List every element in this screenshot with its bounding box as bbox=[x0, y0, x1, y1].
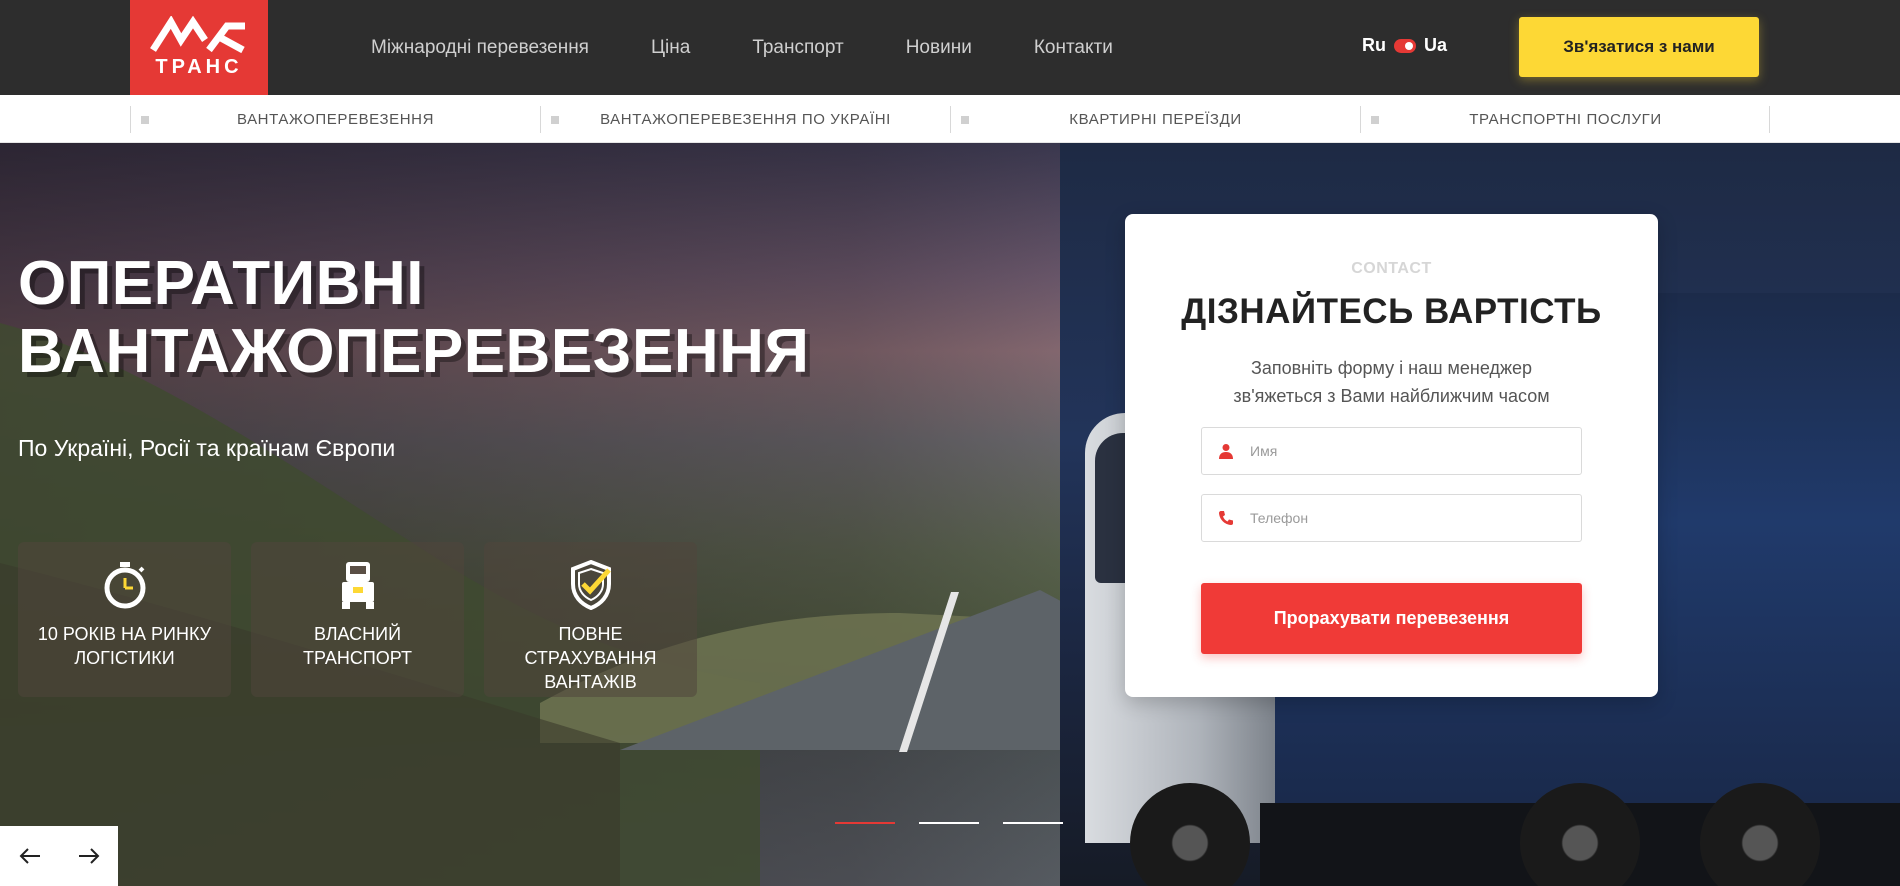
slider-dot-3[interactable] bbox=[1003, 822, 1063, 824]
slider-prev-button[interactable] bbox=[0, 826, 59, 886]
subnav-label: КВАРТИРНІ ПЕРЕЇЗДИ bbox=[1069, 111, 1242, 128]
lang-ru[interactable]: Ru bbox=[1362, 35, 1386, 56]
phone-icon bbox=[1202, 510, 1250, 526]
top-header: ТРАНС Міжнародні перевезення Ціна Трансп… bbox=[0, 0, 1900, 95]
slider-dot-2[interactable] bbox=[919, 822, 979, 824]
calculate-shipping-button[interactable]: Прорахувати перевезення bbox=[1201, 583, 1582, 654]
square-bullet-icon bbox=[141, 116, 149, 124]
subnav-label: ТРАНСПОРТНІ ПОСЛУГИ bbox=[1469, 111, 1662, 128]
feature-line: ТРАНСПОРТ bbox=[303, 648, 412, 668]
arrow-right-icon bbox=[78, 848, 99, 864]
feature-line: ВЛАСНИЙ bbox=[313, 624, 402, 644]
feature-card-own-transport: ВЛАСНИЙ ТРАНСПОРТ bbox=[251, 542, 464, 697]
slider-arrows bbox=[0, 826, 118, 886]
slider-pagination bbox=[835, 822, 1087, 824]
nav-contacts[interactable]: Контакти bbox=[1034, 37, 1113, 59]
form-desc-line2: зв'яжеться з Вами найближчим часом bbox=[1233, 386, 1550, 406]
feature-card-insurance: ПОВНЕ СТРАХУВАННЯ ВАНТАЖІВ bbox=[484, 542, 697, 697]
hero-subtitle: По Україні, Росії та країнам Європи bbox=[18, 435, 396, 461]
contact-us-button[interactable]: Зв'язатися з нами bbox=[1519, 17, 1759, 77]
slider-next-button[interactable] bbox=[59, 826, 118, 886]
form-description: Заповніть форму і наш менеджер зв'яжетьс… bbox=[1125, 354, 1658, 410]
form-desc-line1: Заповніть форму і наш менеджер bbox=[1250, 358, 1533, 378]
quote-form-card: CONTACT ДІЗНАЙТЕСЬ ВАРТІСТЬ Заповніть фо… bbox=[1125, 214, 1658, 697]
square-bullet-icon bbox=[961, 116, 969, 124]
hero-title-line2: ВАНТАЖОПЕРЕВЕЗЕННЯ bbox=[18, 317, 810, 386]
feature-label: 10 РОКІВ НА РИНКУ ЛОГІСТИКИ bbox=[25, 622, 225, 670]
feature-label: ПОВНЕ СТРАХУВАННЯ ВАНТАЖІВ bbox=[491, 622, 691, 694]
stopwatch-icon bbox=[101, 560, 149, 610]
feature-line: ЛОГІСТИКИ bbox=[74, 648, 175, 668]
language-toggle[interactable] bbox=[1394, 38, 1416, 53]
subnav-item-apartment-moves[interactable]: КВАРТИРНІ ПЕРЕЇЗДИ bbox=[950, 106, 1360, 133]
feature-line: 10 РОКІВ НА РИНКУ bbox=[37, 624, 212, 644]
nav-price[interactable]: Ціна bbox=[651, 37, 690, 59]
truck-icon bbox=[334, 560, 382, 610]
logo-mark-icon bbox=[150, 16, 245, 54]
name-field bbox=[1201, 427, 1582, 475]
feature-line: ВАНТАЖІВ bbox=[544, 672, 637, 692]
subnav-item-transport-services[interactable]: ТРАНСПОРТНІ ПОСЛУГИ bbox=[1360, 106, 1770, 133]
nav-news[interactable]: Новини bbox=[906, 37, 972, 59]
hero-slider: ОПЕРАТИВНІ ВАНТАЖОПЕРЕВЕЗЕННЯ По Україні… bbox=[0, 143, 1900, 886]
name-input[interactable] bbox=[1250, 443, 1581, 459]
phone-input[interactable] bbox=[1250, 510, 1581, 526]
arrow-left-icon bbox=[19, 848, 40, 864]
subnav-divider bbox=[1769, 106, 1770, 133]
slider-dot-1[interactable] bbox=[835, 822, 895, 824]
square-bullet-icon bbox=[1371, 116, 1379, 124]
hero-title: ОПЕРАТИВНІ ВАНТАЖОПЕРЕВЕЗЕННЯ bbox=[18, 250, 809, 386]
subnav-item-freight-ukraine[interactable]: ВАНТАЖОПЕРЕВЕЗЕННЯ ПО УКРАЇНІ bbox=[540, 106, 950, 133]
nav-international[interactable]: Міжнародні перевезення bbox=[371, 37, 589, 59]
subnav-label: ВАНТАЖОПЕРЕВЕЗЕННЯ ПО УКРАЇНІ bbox=[600, 111, 891, 128]
logo[interactable]: ТРАНС bbox=[130, 0, 268, 95]
main-nav: Міжнародні перевезення Ціна Транспорт Но… bbox=[371, 0, 1175, 95]
hero-title-line1: ОПЕРАТИВНІ bbox=[18, 249, 424, 318]
phone-field bbox=[1201, 494, 1582, 542]
service-subnav: ВАНТАЖОПЕРЕВЕЗЕННЯ ВАНТАЖОПЕРЕВЕЗЕННЯ ПО… bbox=[0, 95, 1900, 143]
subnav-item-freight[interactable]: ВАНТАЖОПЕРЕВЕЗЕННЯ bbox=[130, 106, 540, 133]
shield-check-icon bbox=[567, 560, 615, 610]
form-title: ДІЗНАЙТЕСЬ ВАРТІСТЬ bbox=[1181, 292, 1602, 331]
lang-ua[interactable]: Ua bbox=[1424, 35, 1447, 56]
square-bullet-icon bbox=[551, 116, 559, 124]
logo-text: ТРАНС bbox=[155, 56, 243, 78]
feature-label: ВЛАСНИЙ ТРАНСПОРТ bbox=[258, 622, 458, 670]
language-switcher: Ru Ua bbox=[1362, 35, 1447, 56]
form-eyebrow: CONTACT bbox=[1351, 260, 1432, 277]
feature-line: ПОВНЕ СТРАХУВАННЯ bbox=[524, 624, 657, 668]
feature-card-experience: 10 РОКІВ НА РИНКУ ЛОГІСТИКИ bbox=[18, 542, 231, 697]
subnav-label: ВАНТАЖОПЕРЕВЕЗЕННЯ bbox=[236, 111, 435, 128]
nav-transport[interactable]: Транспорт bbox=[752, 37, 843, 59]
user-icon bbox=[1202, 443, 1250, 459]
